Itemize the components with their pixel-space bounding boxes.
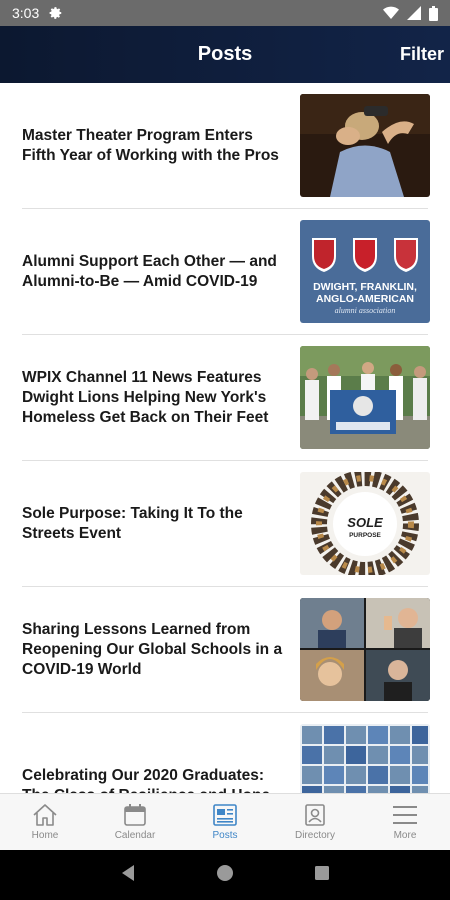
post-item[interactable]: Alumni Support Each Other — and Alumni-t… <box>0 209 450 335</box>
banner-text-line2: ANGLO-AMERICAN <box>316 293 414 305</box>
banner-text-line1: DWIGHT, FRANKLIN, <box>313 281 417 293</box>
nav-label-directory: Directory <box>294 830 335 841</box>
nav-label-calendar: Calendar <box>114 830 156 841</box>
post-item[interactable]: WPIX Channel 11 News Features Dwight Lio… <box>0 335 450 461</box>
post-title: Sharing Lessons Learned from Reopening O… <box>22 621 283 678</box>
nav-label-home: Home <box>31 830 59 841</box>
post-title: Alumni Support Each Other — and Alumni-t… <box>22 253 277 290</box>
filter-button[interactable]: Filter <box>400 26 444 83</box>
alumni-association-banner: DWIGHT, FRANKLIN, ANGLO-AMERICAN alumni … <box>300 220 430 323</box>
nav-item-home[interactable]: Home <box>0 794 90 850</box>
banner-text-line3: alumni association <box>335 306 396 315</box>
post-title: Celebrating Our 2020 Graduates: The Clas… <box>22 767 270 793</box>
status-time: 3:03 <box>12 5 40 21</box>
sole-purpose-shoes-photo: SOLE PURPOSE <box>300 472 430 575</box>
nav-item-posts[interactable]: Posts <box>180 794 270 850</box>
posts-list[interactable]: Master Theater Program Enters Fifth Year… <box>0 83 450 793</box>
post-title: WPIX Channel 11 News Features Dwight Lio… <box>22 369 269 426</box>
purpose-text: PURPOSE <box>349 532 381 539</box>
post-title: Sole Purpose: Taking It To the Streets E… <box>22 505 243 542</box>
posts-icon <box>212 803 238 827</box>
post-item[interactable]: Sharing Lessons Learned from Reopening O… <box>0 587 450 713</box>
post-item[interactable]: Sole Purpose: Taking It To the Streets E… <box>0 461 450 587</box>
signal-icon <box>407 6 421 20</box>
back-icon[interactable] <box>120 864 136 887</box>
nav-item-calendar[interactable]: Calendar <box>90 794 180 850</box>
page-title: Posts <box>197 43 253 65</box>
battery-icon <box>429 5 438 21</box>
nav-item-more[interactable]: More <box>360 794 450 850</box>
bottom-nav: Home Calendar Posts Directory More <box>0 793 450 850</box>
gear-icon <box>49 6 63 20</box>
nav-label-posts: Posts <box>212 830 238 841</box>
home-circle-icon[interactable] <box>216 864 234 887</box>
post-item[interactable]: Celebrating Our 2020 Graduates: The Clas… <box>0 713 450 793</box>
wifi-icon <box>383 6 399 20</box>
post-item[interactable]: Master Theater Program Enters Fifth Year… <box>0 83 450 209</box>
students-with-sign-photo <box>300 346 430 449</box>
menu-icon <box>392 803 418 827</box>
theater-performer-photo <box>300 94 430 197</box>
video-call-grid-photo <box>300 598 430 701</box>
post-title: Master Theater Program Enters Fifth Year… <box>22 127 279 164</box>
sole-text: SOLE <box>347 515 383 530</box>
recents-icon[interactable] <box>314 865 330 886</box>
calendar-icon <box>123 803 147 827</box>
graduates-collage-photo <box>300 724 430 793</box>
home-icon <box>32 803 58 827</box>
nav-item-directory[interactable]: Directory <box>270 794 360 850</box>
nav-label-more: More <box>393 830 417 841</box>
app-bar: Posts Filter <box>0 26 450 83</box>
status-bar: 3:03 <box>0 0 450 26</box>
directory-icon <box>303 803 327 827</box>
system-nav-bar <box>0 850 450 900</box>
